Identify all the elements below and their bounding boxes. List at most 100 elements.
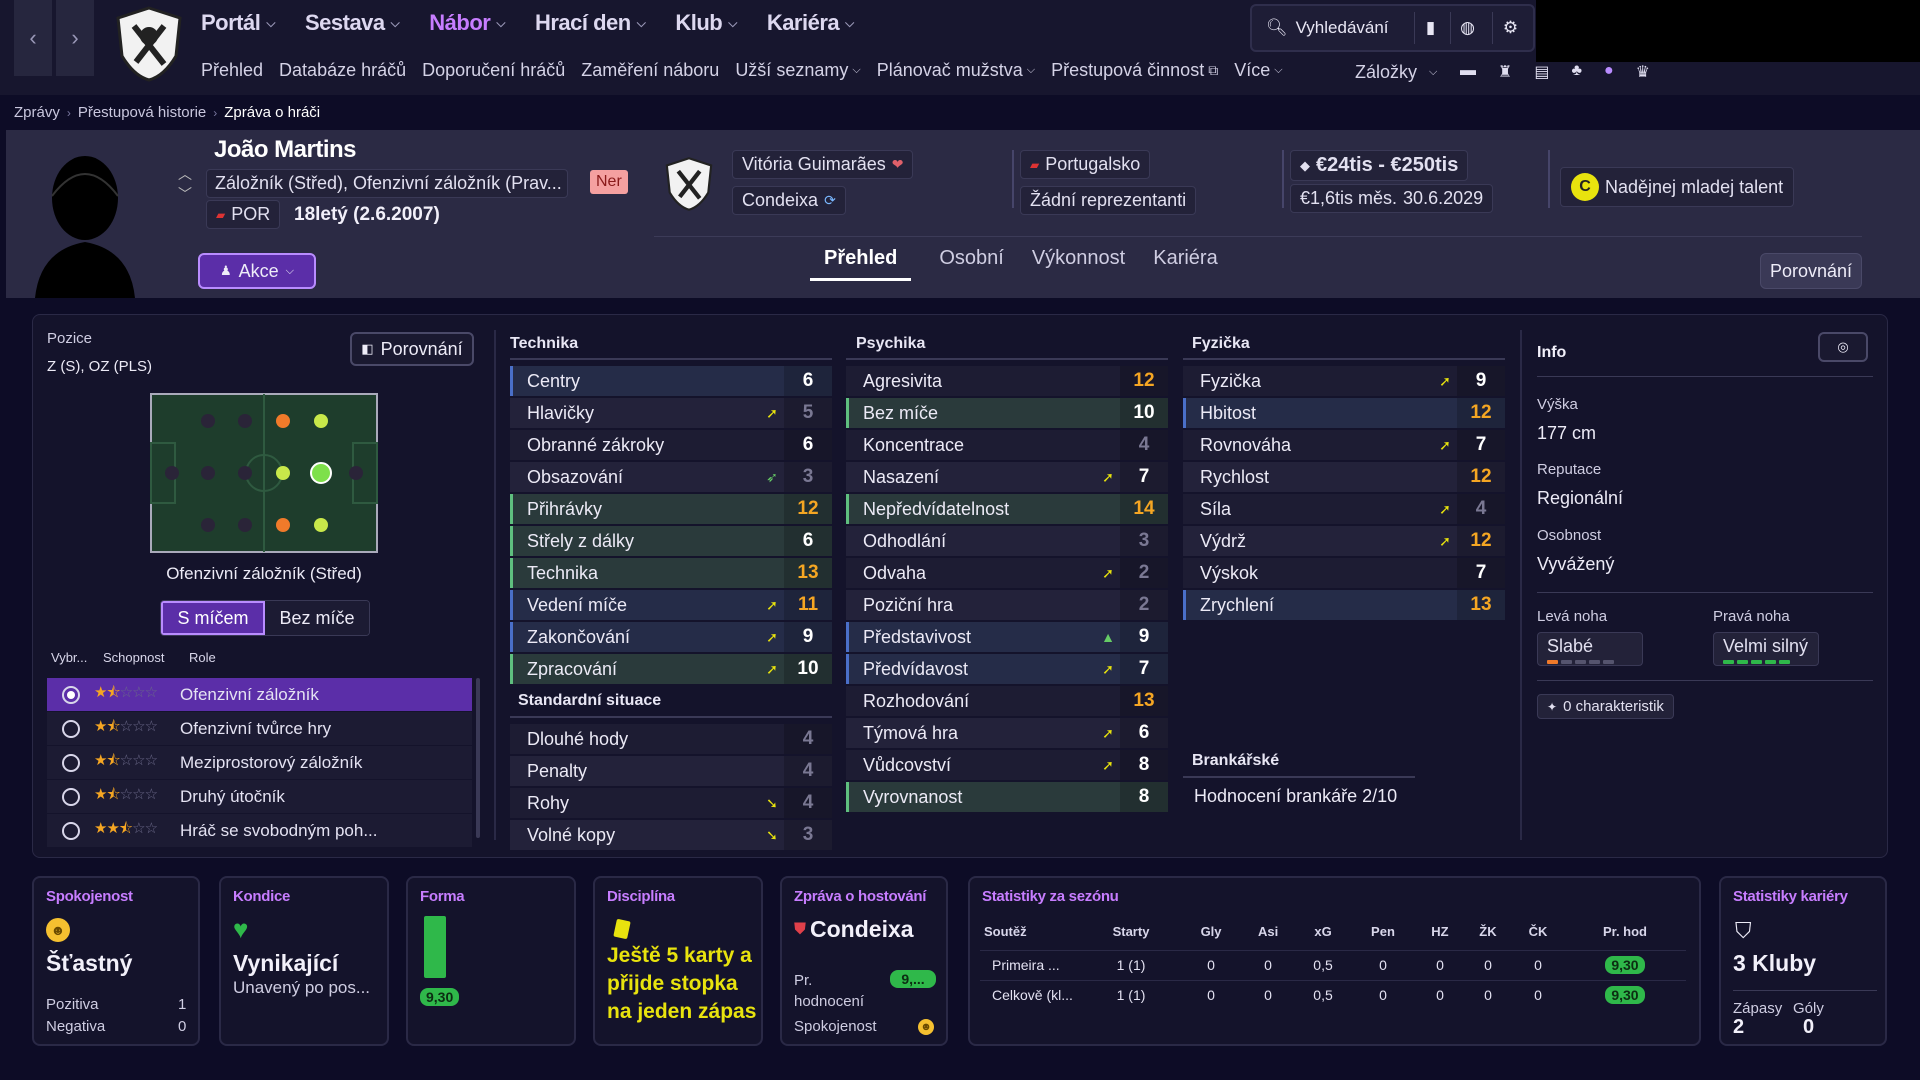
- club-pill[interactable]: Vitória Guimarães ❤: [732, 150, 914, 179]
- column-header[interactable]: Soutěž: [980, 914, 1080, 950]
- career-stats-card[interactable]: Statistiky kariéry ⛉ 3 Kluby Zápasy Góly…: [1719, 876, 1887, 1046]
- submenu-uzsi-seznamy[interactable]: Užší seznamy ⌵: [735, 60, 860, 81]
- loan-club-pill[interactable]: Condeixa ⟳: [732, 186, 846, 215]
- attribute-row[interactable]: Odvaha ➚ 2: [846, 558, 1168, 588]
- role-radio[interactable]: [62, 753, 80, 772]
- attribute-row[interactable]: Předvídavost ➚ 7: [846, 654, 1168, 684]
- form-card[interactable]: Forma 9,30: [406, 876, 576, 1046]
- role-row[interactable]: ★⯪☆☆☆ Druhý útočník: [47, 780, 472, 813]
- contract-pill[interactable]: €1,6tis měs. 30.6.2029: [1290, 184, 1494, 213]
- compare-button[interactable]: ◧ Porovnání: [350, 332, 474, 366]
- notification-icon[interactable]: ●: [1604, 62, 1614, 82]
- pitch-diagram[interactable]: [150, 393, 378, 553]
- attribute-row[interactable]: Týmová hra ➚ 6: [846, 718, 1168, 748]
- people-icon[interactable]: ♣: [1571, 62, 1582, 82]
- attribute-row[interactable]: Obranné zákroky 6: [510, 430, 832, 460]
- tab-kariera[interactable]: Kariéra: [1153, 247, 1217, 270]
- column-header[interactable]: ŽK: [1464, 914, 1512, 950]
- attribute-row[interactable]: Agresivita 12: [846, 366, 1168, 396]
- column-header[interactable]: HZ: [1416, 914, 1464, 950]
- attribute-row[interactable]: Vedení míče ➚ 11: [510, 590, 832, 620]
- submenu-doporuceni[interactable]: Doporučení hráčů: [422, 60, 565, 81]
- toggle-without-ball[interactable]: Bez míče: [265, 601, 369, 635]
- column-header[interactable]: ČK: [1512, 914, 1564, 950]
- attribute-row[interactable]: Obsazování ➶ 3: [510, 462, 832, 492]
- role-row[interactable]: ★⯪☆☆☆ Ofenzivní tvůrce hry: [47, 712, 472, 745]
- toggle-with-ball[interactable]: S míčem: [161, 601, 265, 635]
- tab-vykonnost[interactable]: Výkonnost: [1032, 247, 1125, 270]
- settings-button[interactable]: ⚙: [1492, 12, 1528, 44]
- attribute-row[interactable]: Fyzička ➚ 9: [1183, 366, 1505, 396]
- attribute-row[interactable]: Vůdcovství ➚ 8: [846, 750, 1168, 780]
- roles-scrollbar[interactable]: [476, 678, 480, 838]
- attribute-row[interactable]: Rohy ➘ 4: [510, 788, 832, 818]
- role-row[interactable]: ★⯪☆☆☆ Ofenzivní záložník: [47, 678, 472, 711]
- menu-klub[interactable]: Klub ⌵: [675, 10, 737, 36]
- header-role[interactable]: Role: [189, 650, 216, 665]
- talent-pill[interactable]: C Nadějnej mladej talent: [1560, 167, 1795, 207]
- traits-pill[interactable]: ✦ 0 charakteristik: [1537, 694, 1674, 719]
- menu-portal[interactable]: Portál ⌵: [201, 10, 275, 36]
- menu-nabor[interactable]: Nábor ⌵: [429, 10, 505, 36]
- role-radio[interactable]: [62, 787, 80, 806]
- chevron-up-icon[interactable]: ︿: [178, 164, 192, 184]
- nation-pill[interactable]: ▰ Portugalsko: [1020, 150, 1151, 179]
- role-row[interactable]: ★⯪☆☆☆ Meziprostorový záložník: [47, 746, 472, 779]
- submenu-vice[interactable]: Více ⌵: [1234, 60, 1282, 81]
- attribute-row[interactable]: Rovnováha ➚ 7: [1183, 430, 1505, 460]
- attribute-row[interactable]: Penalty 4: [510, 756, 832, 786]
- menu-sestava[interactable]: Sestava ⌵: [305, 10, 400, 36]
- header-selected[interactable]: Vybr...: [51, 650, 103, 665]
- forward-button[interactable]: ›: [56, 0, 94, 76]
- header-ability[interactable]: Schopnost: [103, 650, 189, 665]
- attribute-row[interactable]: Bez míče 10: [846, 398, 1168, 428]
- player-switcher[interactable]: ︿ ﹀: [178, 164, 192, 204]
- menu-hraci-den[interactable]: Hrací den ⌵: [535, 10, 646, 36]
- tab-osobni[interactable]: Osobní: [939, 247, 1003, 270]
- table-row[interactable]: Celkově (kl... 1 (1) 0 0 0,5 0 0 0 0 9,30: [980, 979, 1686, 1010]
- menu-kariera[interactable]: Kariéra ⌵: [767, 10, 854, 36]
- attribute-row[interactable]: Zpracování ➚ 10: [510, 654, 832, 684]
- column-header[interactable]: Pen: [1350, 914, 1416, 950]
- attribute-row[interactable]: Koncentrace 4: [846, 430, 1168, 460]
- role-radio[interactable]: [62, 719, 80, 738]
- attribute-row[interactable]: Rychlost 12: [1183, 462, 1505, 492]
- value-pill[interactable]: ◆ €24tis - €250tis: [1290, 150, 1469, 181]
- happiness-card[interactable]: Spokojenost ☻ Šťastný Pozitiva 1 Negativ…: [32, 876, 200, 1046]
- column-header[interactable]: Gly: [1182, 914, 1240, 950]
- submenu-planovac[interactable]: Plánovač mužstva ⌵: [877, 60, 1035, 81]
- attribute-row[interactable]: Síla ➚ 4: [1183, 494, 1505, 524]
- attribute-row[interactable]: Výskok 7: [1183, 558, 1505, 588]
- submenu-prehled[interactable]: Přehled: [201, 60, 263, 81]
- attribute-row[interactable]: Zrychlení 13: [1183, 590, 1505, 620]
- condition-card[interactable]: Kondice ♥ Vynikající Unavený po pos...: [219, 876, 389, 1046]
- role-row[interactable]: ★★⯪☆☆ Hráč se svobodným poh...: [47, 814, 472, 847]
- loan-report-card[interactable]: Zpráva o hostování ⛊ Condeixa Pr. hodnoc…: [780, 876, 948, 1046]
- attribute-row[interactable]: Technika 13: [510, 558, 832, 588]
- attribute-row[interactable]: Odhodlání 3: [846, 526, 1168, 556]
- attribute-row[interactable]: Nasazení ➚ 7: [846, 462, 1168, 492]
- attribute-row[interactable]: Rozhodování 13: [846, 686, 1168, 716]
- world-button[interactable]: ◍: [1450, 12, 1484, 44]
- document-icon[interactable]: ▤: [1534, 62, 1549, 82]
- status-badge[interactable]: Ner: [590, 170, 628, 194]
- column-header[interactable]: Pr. hod: [1564, 914, 1686, 950]
- actions-button[interactable]: ♟ Akce ⌵: [198, 253, 316, 289]
- bookmarks-dropdown[interactable]: Záložky ⌵: [1355, 62, 1437, 83]
- role-radio[interactable]: [62, 821, 80, 840]
- discipline-card[interactable]: Disciplína Ještě 5 karty a přijde stopka…: [593, 876, 763, 1046]
- chat-icon[interactable]: ▬: [1460, 62, 1476, 82]
- attribute-row[interactable]: Představivost ▲ 9: [846, 622, 1168, 652]
- breadcrumb-item[interactable]: Zprávy: [14, 104, 60, 121]
- attribute-row[interactable]: Hlavičky ➚ 5: [510, 398, 832, 428]
- attribute-row[interactable]: Centry 6: [510, 366, 832, 396]
- attribute-row[interactable]: Výdrž ➚ 12: [1183, 526, 1505, 556]
- attribute-row[interactable]: Nepředvídatelnost 14: [846, 494, 1168, 524]
- attribute-row[interactable]: Přihrávky 12: [510, 494, 832, 524]
- column-header[interactable]: xG: [1296, 914, 1350, 950]
- tab-prehled[interactable]: Přehled: [810, 247, 912, 281]
- submenu-prestupova-cinnost[interactable]: Přestupová činnost ⧉: [1051, 60, 1218, 81]
- info-settings-button[interactable]: ◎: [1818, 332, 1868, 362]
- attribute-row[interactable]: Střely z dálky 6: [510, 526, 832, 556]
- back-button[interactable]: ‹: [14, 0, 52, 76]
